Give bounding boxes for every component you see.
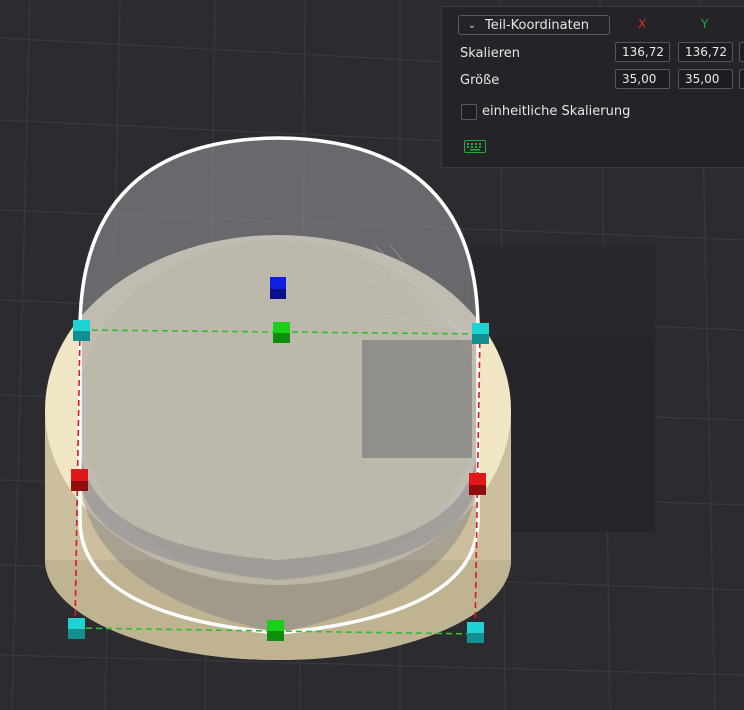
size-z-field[interactable] (739, 69, 744, 89)
transform-panel: ⌄ Teil-Koordinaten X Y Skalieren Größe e… (441, 6, 744, 168)
uniform-scaling-label: einheitliche Skalierung (482, 104, 631, 119)
y-handle-top[interactable] (273, 322, 290, 343)
scale-y-field[interactable] (678, 42, 733, 62)
chevron-down-icon: ⌄ (467, 19, 477, 31)
corner-handle-top-right[interactable] (472, 323, 489, 344)
shadow-overlay (362, 340, 472, 458)
z-handle[interactable] (270, 277, 286, 299)
size-label: Größe (460, 73, 500, 88)
keyboard-icon[interactable] (464, 140, 486, 153)
coordinate-system-dropdown[interactable]: ⌄ Teil-Koordinaten (458, 15, 610, 35)
scale-label: Skalieren (460, 46, 521, 61)
uniform-scaling-checkbox[interactable] (461, 104, 477, 120)
corner-handle-bottom-right[interactable] (467, 622, 484, 643)
y-axis-label: Y (701, 17, 709, 31)
scale-z-field[interactable] (739, 42, 744, 62)
coordinate-system-label: Teil-Koordinaten (485, 17, 589, 33)
size-x-field[interactable] (615, 69, 670, 89)
x-axis-label: X (638, 17, 647, 31)
x-handle-left[interactable] (71, 469, 88, 491)
x-handle-right[interactable] (469, 473, 486, 495)
scale-x-field[interactable] (615, 42, 670, 62)
size-y-field[interactable] (678, 69, 733, 89)
corner-handle-bottom-left[interactable] (68, 618, 85, 639)
y-handle-bottom[interactable] (267, 620, 284, 641)
corner-handle-top-left[interactable] (73, 320, 90, 341)
